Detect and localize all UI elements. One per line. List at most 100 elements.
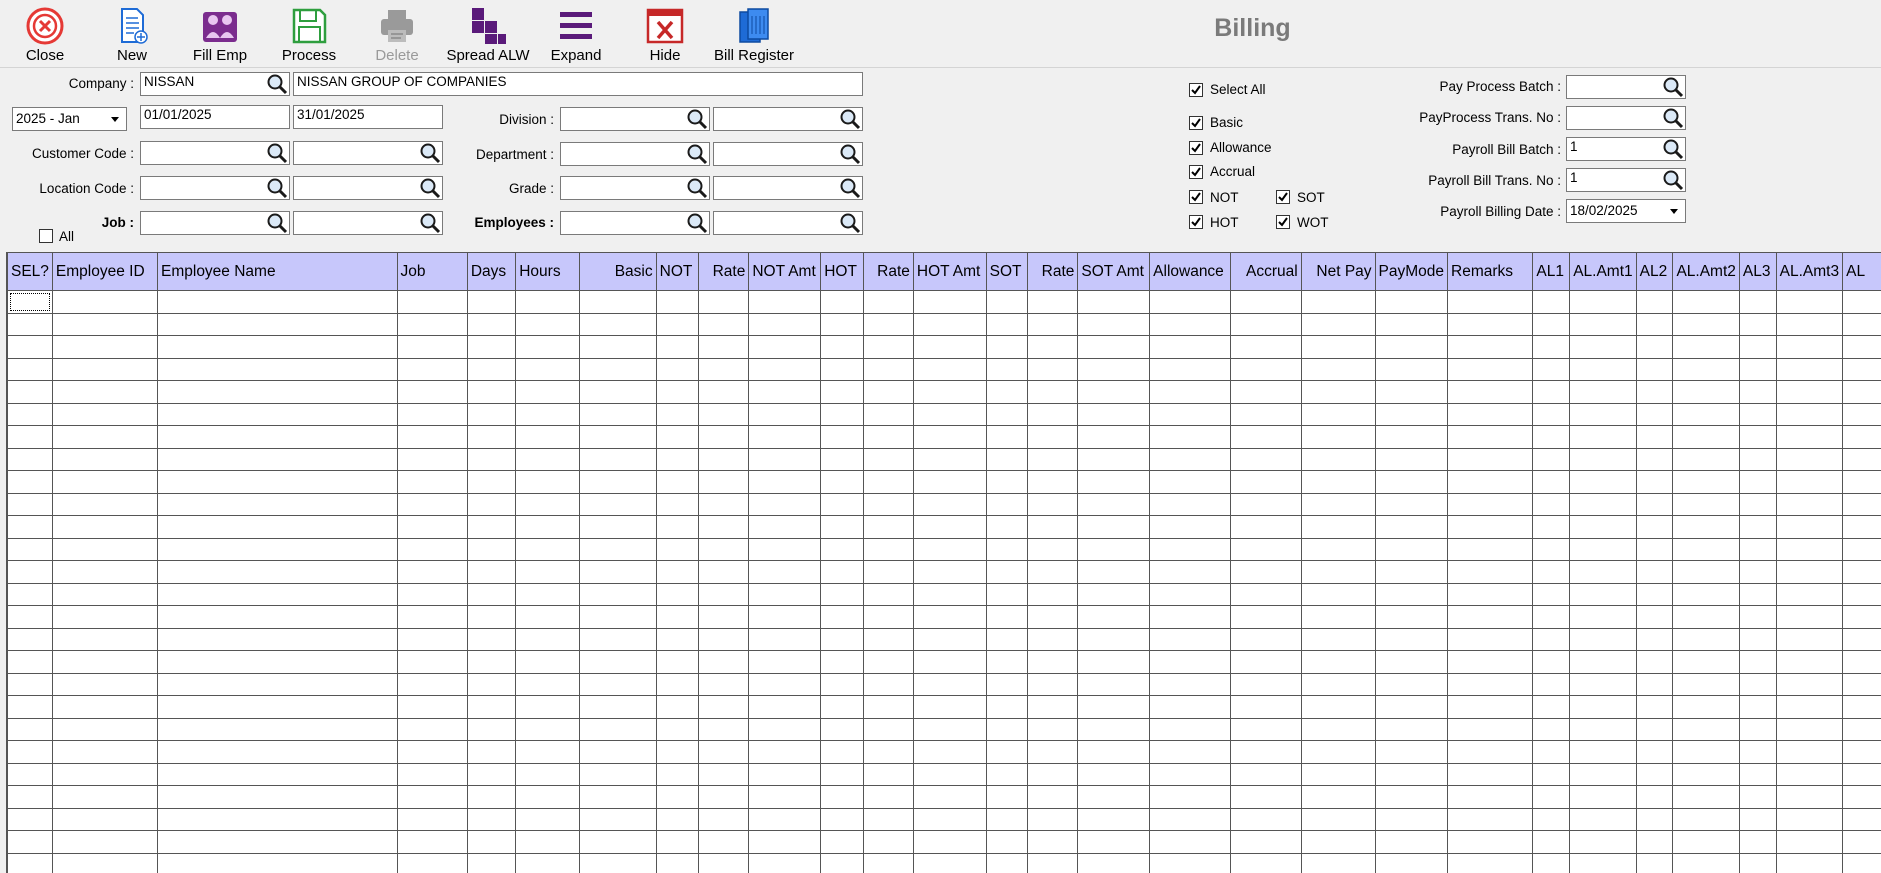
grid-cell[interactable] <box>912 650 987 674</box>
grid-cell[interactable] <box>157 762 398 786</box>
grid-cell[interactable] <box>912 605 987 629</box>
grid-cell[interactable] <box>748 290 822 314</box>
grid-cell[interactable] <box>1635 852 1674 873</box>
grid-cell[interactable] <box>7 627 53 651</box>
grid-cell[interactable] <box>748 582 822 606</box>
grid-cell[interactable] <box>820 470 864 494</box>
grid-cell[interactable] <box>1569 807 1637 831</box>
grid-cell[interactable] <box>1672 785 1740 809</box>
grid-cell[interactable] <box>1447 672 1534 696</box>
grid-cell[interactable] <box>912 537 987 561</box>
grid-cell[interactable] <box>912 290 987 314</box>
grid-cell[interactable] <box>1635 650 1674 674</box>
grid-cell[interactable] <box>51 290 159 314</box>
grid-cell[interactable] <box>1569 402 1637 426</box>
grid-cell[interactable] <box>466 425 517 449</box>
grid-cell[interactable] <box>655 717 700 741</box>
grid-cell[interactable] <box>1775 515 1844 539</box>
grid-cell[interactable] <box>1738 717 1777 741</box>
grid-cell[interactable] <box>698 830 750 854</box>
grid-cell[interactable] <box>1077 425 1151 449</box>
grid-cell[interactable] <box>1532 425 1571 449</box>
grid-cell[interactable] <box>1374 357 1449 381</box>
grid-cell[interactable] <box>1077 627 1151 651</box>
grid-cell[interactable] <box>1775 830 1844 854</box>
grid-cell[interactable] <box>515 515 580 539</box>
grid-cell[interactable] <box>1027 312 1079 336</box>
grid-cell[interactable] <box>7 447 53 471</box>
grid-cell[interactable] <box>578 537 657 561</box>
grid-cell[interactable] <box>578 605 657 629</box>
grid-cell[interactable] <box>1569 852 1637 873</box>
grid-cell[interactable] <box>7 650 53 674</box>
grid-cell[interactable] <box>748 492 822 516</box>
grid-cell[interactable] <box>1738 830 1777 854</box>
grid-cell[interactable] <box>1229 447 1302 471</box>
grid-cell[interactable] <box>466 582 517 606</box>
date-to-field[interactable]: 31/01/2025 <box>293 105 443 129</box>
grid-cell[interactable] <box>862 695 914 719</box>
grid-cell[interactable] <box>655 312 700 336</box>
column-header-al[interactable]: AL <box>1842 252 1881 291</box>
grid-cell[interactable] <box>1842 560 1881 584</box>
grid-cell[interactable] <box>1077 852 1151 873</box>
grid-cell[interactable] <box>862 762 914 786</box>
grid-cell[interactable] <box>396 852 468 873</box>
column-header-sot[interactable]: SOT <box>985 252 1029 291</box>
grid-cell[interactable] <box>1077 357 1151 381</box>
grid-cell[interactable] <box>1738 425 1777 449</box>
grid-cell[interactable] <box>1842 447 1881 471</box>
grid-cell[interactable] <box>1374 425 1449 449</box>
grid-cell[interactable] <box>1149 852 1231 873</box>
grid-cell[interactable] <box>1149 380 1231 404</box>
grid-cell[interactable] <box>578 762 657 786</box>
grid-cell[interactable] <box>1300 605 1376 629</box>
grid-cell[interactable] <box>396 762 468 786</box>
grid-cell[interactable] <box>1775 717 1844 741</box>
grid-cell[interactable] <box>862 582 914 606</box>
grid-cell[interactable] <box>466 470 517 494</box>
grid-cell[interactable] <box>1374 515 1449 539</box>
grid-cell[interactable] <box>1374 852 1449 873</box>
grid-cell[interactable] <box>396 582 468 606</box>
grid-cell[interactable] <box>466 537 517 561</box>
bill-register-button[interactable]: Bill Register <box>709 2 799 66</box>
grid-cell[interactable] <box>862 425 914 449</box>
job-from-search-button[interactable] <box>265 211 289 235</box>
grid-cell[interactable] <box>1300 560 1376 584</box>
grid-cell[interactable] <box>1027 515 1079 539</box>
grid-cell[interactable] <box>1569 605 1637 629</box>
grid-cell[interactable] <box>820 762 864 786</box>
grid-cell[interactable] <box>1738 695 1777 719</box>
grid-cell[interactable] <box>912 717 987 741</box>
grid-cell[interactable] <box>1842 672 1881 696</box>
grid-cell[interactable] <box>655 695 700 719</box>
grid-cell[interactable] <box>698 312 750 336</box>
company-search-button[interactable] <box>265 72 289 96</box>
grid-cell[interactable] <box>1672 425 1740 449</box>
grid-cell[interactable] <box>1672 357 1740 381</box>
grid-cell[interactable] <box>1374 447 1449 471</box>
grid-cell[interactable] <box>466 335 517 359</box>
grid-cell[interactable] <box>515 740 580 764</box>
delete-button[interactable]: Delete <box>362 2 432 66</box>
grid-cell[interactable] <box>1077 380 1151 404</box>
grid-cell[interactable] <box>466 402 517 426</box>
grid-cell[interactable] <box>1842 582 1881 606</box>
grid-cell[interactable] <box>985 650 1029 674</box>
grid-cell[interactable] <box>748 425 822 449</box>
grid-cell[interactable] <box>1842 807 1881 831</box>
grid-cell[interactable] <box>7 380 53 404</box>
grid-cell[interactable] <box>1738 537 1777 561</box>
grid-cell[interactable] <box>1229 290 1302 314</box>
grid-cell[interactable] <box>396 425 468 449</box>
grid-cell[interactable] <box>1635 312 1674 336</box>
grid-cell[interactable] <box>157 335 398 359</box>
grid-cell[interactable] <box>1447 650 1534 674</box>
grid-cell[interactable] <box>515 605 580 629</box>
grid-cell[interactable] <box>1027 582 1079 606</box>
grid-cell[interactable] <box>698 740 750 764</box>
pay-process-batch-search-button[interactable] <box>1661 75 1685 99</box>
grid-cell[interactable] <box>466 290 517 314</box>
grid-cell[interactable] <box>1077 537 1151 561</box>
